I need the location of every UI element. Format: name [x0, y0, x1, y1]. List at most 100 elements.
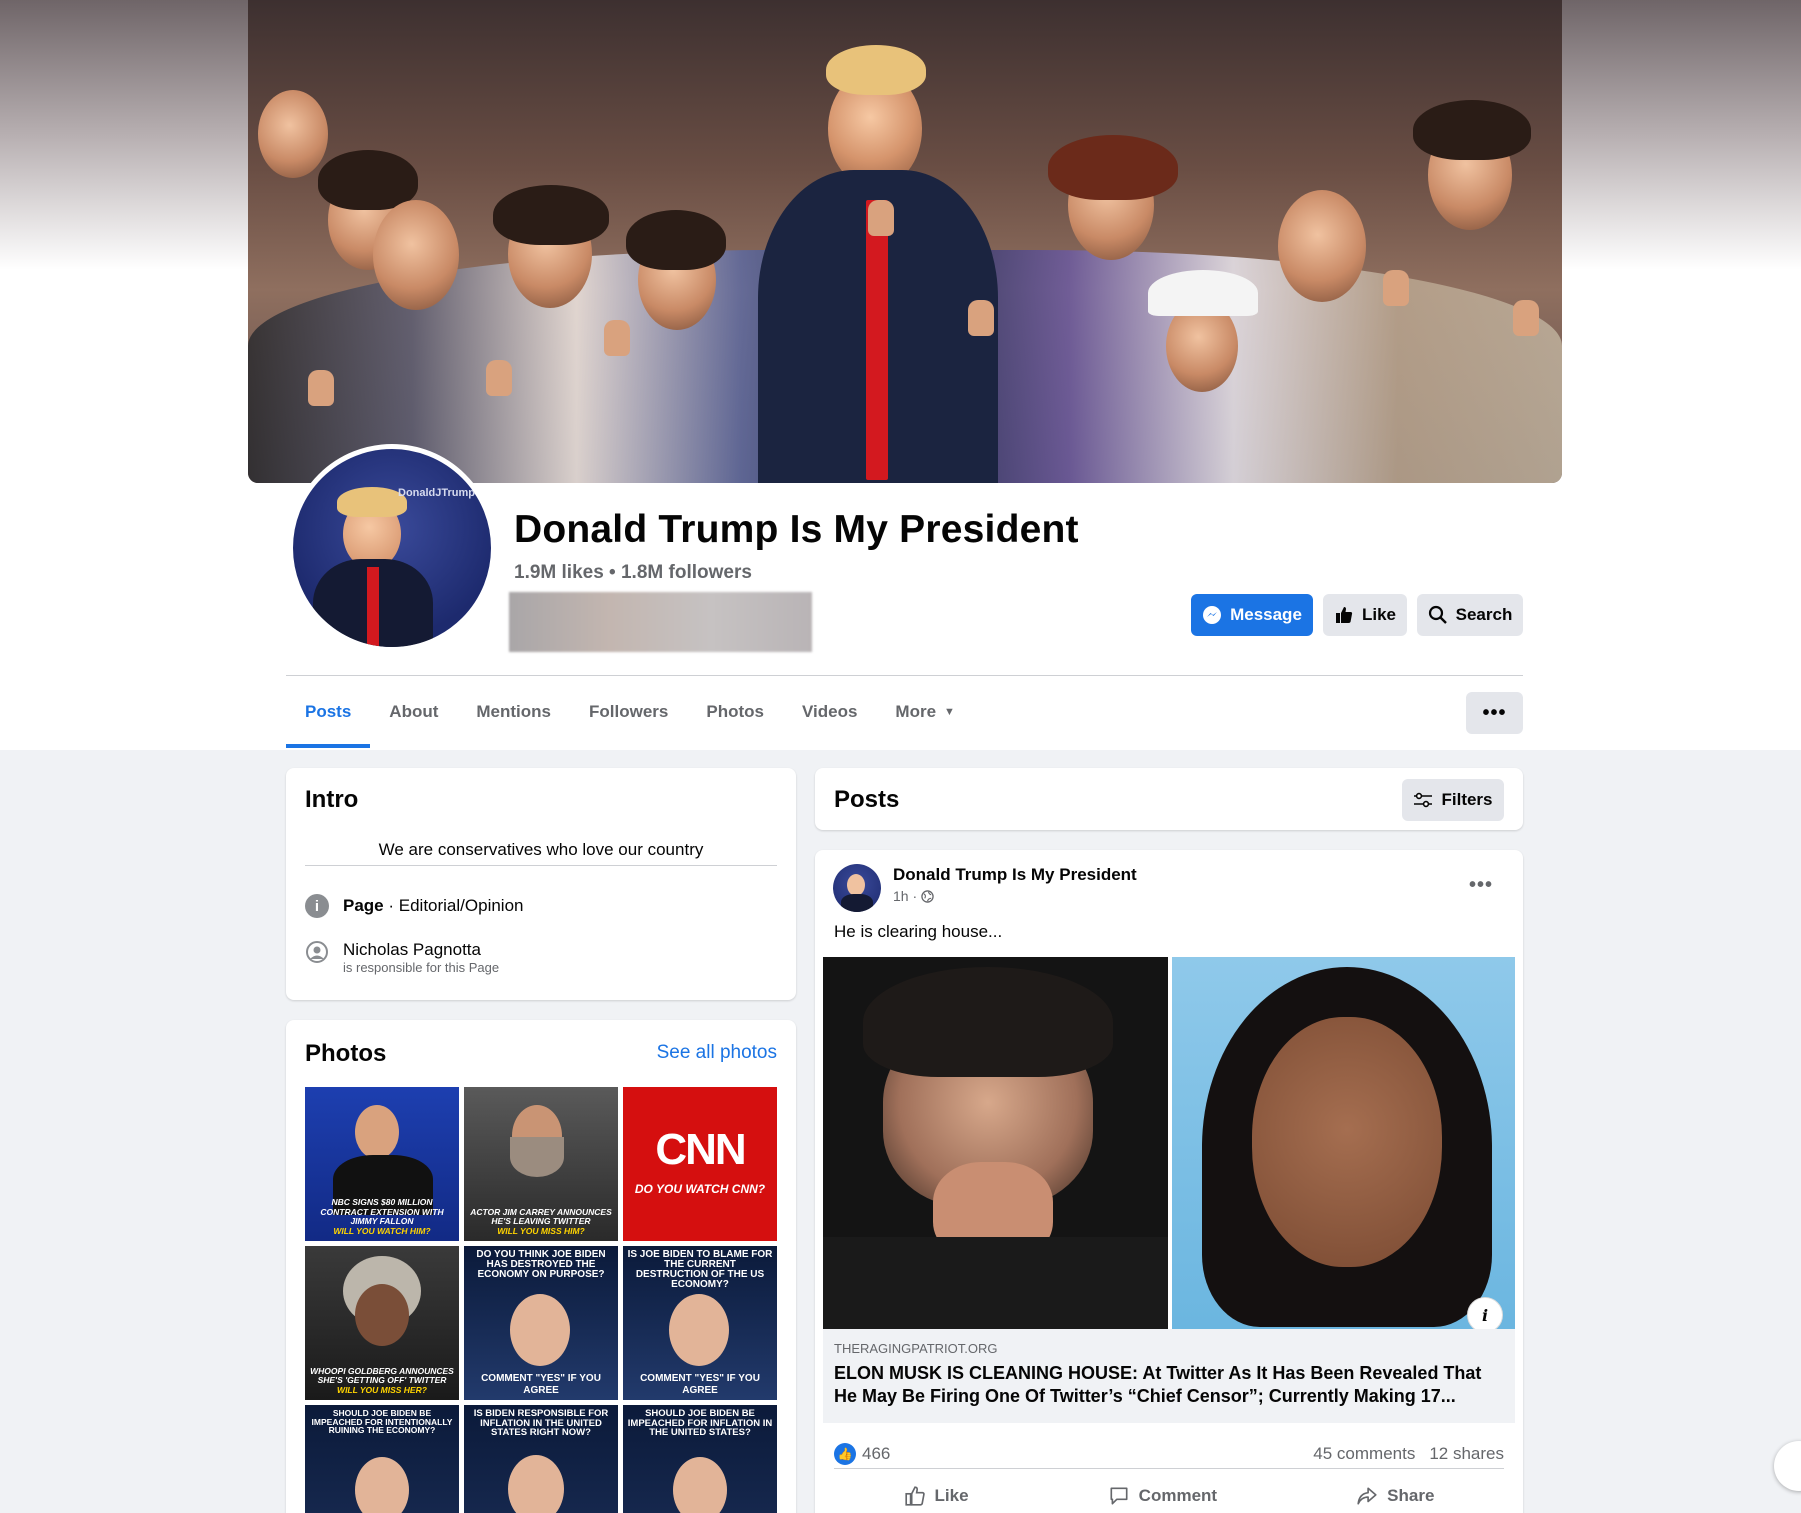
photo-headline: Should Joe Biden be impeached for inflat…: [627, 1408, 773, 1438]
photo-thumbnail[interactable]: Is Joe Biden to blame for the current de…: [623, 1246, 777, 1400]
thumbs-up-hand: [868, 200, 894, 236]
crowd-hair: [318, 150, 418, 210]
central-figure-hair: [826, 45, 926, 95]
crowd-face: [1278, 190, 1366, 302]
message-button[interactable]: Message: [1191, 594, 1313, 636]
tab-followers[interactable]: Followers: [570, 690, 687, 748]
globe-icon: [921, 889, 934, 903]
caption-text: NBC signs $80 million contract extension…: [320, 1196, 444, 1227]
post-comment-button[interactable]: Comment: [1108, 1485, 1217, 1507]
thumbs-up-icon: [904, 1486, 925, 1506]
responsible-person-name[interactable]: Nicholas Pagnotta: [343, 940, 499, 960]
more-options-button[interactable]: •••: [1466, 692, 1523, 734]
post-like-button[interactable]: Like: [904, 1485, 969, 1507]
photo-thumbnail[interactable]: Actor Jim Carrey announces he's leaving …: [464, 1087, 618, 1241]
like-page-button[interactable]: Like: [1323, 594, 1407, 636]
user-shield-icon: [306, 941, 328, 963]
tab-label: More: [895, 702, 937, 721]
post-card: Donald Trump Is My President 1h · ••• He…: [815, 850, 1523, 1513]
avatar-face: [847, 874, 865, 896]
link-title: ELON MUSK IS CLEANING HOUSE: At Twitter …: [834, 1363, 1482, 1406]
crowd-face: [258, 90, 328, 178]
tab-videos[interactable]: Videos: [783, 690, 876, 748]
page-title: Donald Trump Is My President: [514, 508, 1079, 551]
shares-count[interactable]: 12 shares: [1429, 1444, 1504, 1464]
post-timestamp[interactable]: 1h ·: [893, 888, 917, 904]
responsible-note: is responsible for this Page: [343, 960, 500, 975]
photo-beard: [510, 1137, 564, 1177]
floating-chat-button[interactable]: [1774, 1441, 1801, 1491]
post-author-name[interactable]: Donald Trump Is My President: [893, 865, 1137, 885]
cover-photo[interactable]: [248, 0, 1562, 483]
photo-caption: Actor Jim Carrey announces he's leaving …: [468, 1206, 614, 1237]
filters-label: Filters: [1441, 790, 1493, 809]
avatar-suit: [841, 894, 873, 912]
post-link-image[interactable]: i: [823, 957, 1515, 1333]
tab-label: Mentions: [476, 702, 551, 721]
post-share-button[interactable]: Share: [1356, 1485, 1434, 1507]
share-icon: [1357, 1487, 1377, 1505]
page-tabs: Posts About Mentions Followers Photos Vi…: [286, 690, 974, 750]
search-page-button[interactable]: Search: [1417, 594, 1523, 636]
photos-card: Photos See all photos NBC signs $80 mill…: [286, 1020, 796, 1513]
image-hair: [863, 967, 1113, 1077]
tab-label: Videos: [801, 702, 858, 721]
white-cap: [1148, 270, 1258, 316]
crowd-hair: [1413, 100, 1531, 160]
caret-down-icon: ▼: [944, 706, 955, 718]
tab-more[interactable]: More ▼: [876, 690, 974, 748]
page-stats[interactable]: 1.9M likes • 1.8M followers: [514, 562, 752, 584]
photo-caption: Comment "YES" if you agree: [640, 1373, 760, 1396]
photo-thumbnail[interactable]: Do you think Joe Biden has destroyed the…: [464, 1246, 618, 1400]
reaction-count[interactable]: 👍 466: [834, 1443, 890, 1465]
post-actions: Like Comment Share: [834, 1474, 1504, 1513]
crowd-hair: [626, 210, 726, 270]
caption-highlight: Will you miss him?: [497, 1226, 585, 1237]
tab-posts[interactable]: Posts: [286, 690, 371, 748]
thumbs-up-hand: [486, 360, 512, 396]
photo-thumbnail[interactable]: Whoopi Goldberg announces she's 'getting…: [305, 1246, 459, 1400]
photo-thumbnail[interactable]: Should Joe Biden be impeached for inflat…: [623, 1405, 777, 1513]
page-category-value: · Editorial/Opinion: [383, 896, 524, 915]
crowd-face: [373, 200, 459, 310]
post-text: He is clearing house...: [834, 922, 1003, 941]
caption-highlight: Will you watch him?: [333, 1226, 431, 1237]
photo-headline: Is Joe Biden to blame for the current de…: [627, 1249, 773, 1290]
caption-text: Actor Jim Carrey announces he's leaving …: [470, 1206, 612, 1227]
avatar-backdrop-text: DonaldJTrump: [398, 487, 476, 499]
tab-label: Followers: [589, 702, 669, 721]
engagement-counts: 45 comments 12 shares: [1313, 1444, 1504, 1464]
photo-thumbnail[interactable]: CNN Do you watch CNN?: [623, 1087, 777, 1241]
post-image-left: [823, 957, 1168, 1329]
caption-text: Whoopi Goldberg announces she's 'getting…: [310, 1365, 454, 1386]
avatar-hair: [337, 487, 407, 517]
tab-photos[interactable]: Photos: [687, 690, 783, 748]
tab-about[interactable]: About: [370, 690, 457, 748]
tab-label: Posts: [305, 702, 352, 721]
post-share-label: Share: [1387, 1486, 1435, 1505]
post-author-avatar[interactable]: [833, 864, 881, 912]
page-type-label: Page: [343, 896, 384, 915]
link-preview[interactable]: THERAGINGPATRIOT.ORG ELON MUSK IS CLEANI…: [823, 1329, 1515, 1423]
photo-thumbnail[interactable]: Should Joe Biden be impeached for intent…: [305, 1405, 459, 1513]
photo-thumbnail[interactable]: NBC signs $80 million contract extension…: [305, 1087, 459, 1241]
crowd-hair: [1048, 135, 1178, 200]
page-profile-picture[interactable]: DonaldJTrump: [288, 444, 496, 652]
filters-button[interactable]: Filters: [1402, 779, 1504, 821]
thumbs-up-hand: [1513, 300, 1539, 336]
photo-face: [508, 1455, 564, 1513]
search-icon: [1428, 605, 1447, 624]
photo-thumbnail[interactable]: Is Biden responsible for inflation in th…: [464, 1405, 618, 1513]
info-icon[interactable]: i: [1467, 1297, 1503, 1333]
thumbs-up-hand: [968, 300, 994, 336]
post-options-button[interactable]: •••: [1469, 874, 1493, 897]
see-all-photos-link[interactable]: See all photos: [657, 1042, 777, 1064]
comments-count[interactable]: 45 comments: [1313, 1444, 1415, 1464]
photo-face: [669, 1294, 729, 1366]
crowd-hair: [493, 185, 609, 245]
post-comment-label: Comment: [1138, 1486, 1218, 1505]
photo-face: [355, 1457, 409, 1513]
photo-caption: Do you watch CNN?: [634, 1182, 766, 1196]
reaction-count-value: 466: [862, 1444, 891, 1463]
tab-mentions[interactable]: Mentions: [457, 690, 570, 748]
